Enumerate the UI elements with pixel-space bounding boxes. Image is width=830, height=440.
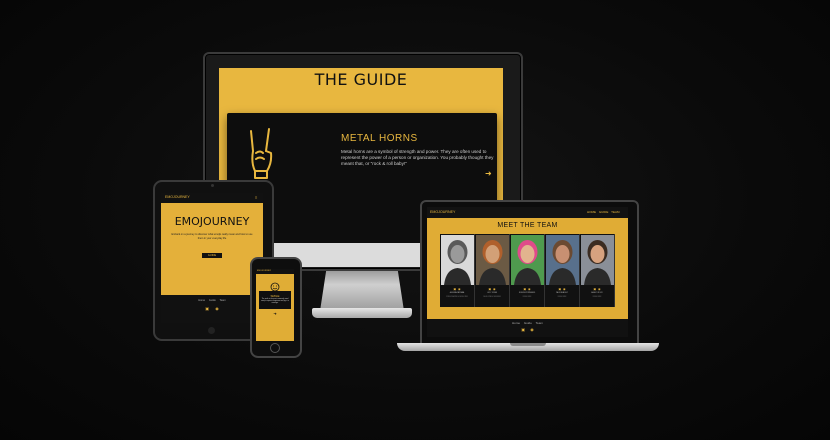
hero-title: EMOJOURNEY <box>174 215 250 228</box>
hero-subtitle: Embark on a journey to discover what emo… <box>171 233 253 240</box>
arrow-right-icon[interactable]: ➜ <box>485 169 492 178</box>
tablet-home-button <box>208 327 215 334</box>
member-role: SCRUM MASTER & DEVELOPER <box>446 297 468 298</box>
member-photo <box>546 235 579 285</box>
member-social-icons[interactable]: ▣ ◉ <box>510 287 544 291</box>
member-role: DEVELOPER <box>522 297 532 298</box>
member-photo <box>511 235 544 285</box>
background: THE GUIDE METAL HORNS Metal horns are a … <box>0 0 830 440</box>
laptop-screen: EMOJOURNEY HOME GUIDE TEAM MEET THE TEAM… <box>427 207 628 337</box>
team-member-card[interactable]: ▣ ◉ LUCY JONES DEVELOPER & DESIGNER <box>475 234 510 307</box>
member-photo <box>441 235 474 285</box>
tablet-navbar: EMOJOURNEY ≡ <box>161 193 263 203</box>
team-grid: ▣ ◉ ALESSIA PARTAMA SCRUM MASTER & DEVEL… <box>440 234 615 307</box>
smiley-icon <box>270 279 280 292</box>
tablet-camera <box>211 184 214 187</box>
laptop-notch <box>510 343 546 346</box>
menu-icon[interactable]: ≡ <box>255 195 257 200</box>
brand-logo[interactable]: EMOJOURNEY <box>165 195 190 199</box>
member-photo <box>476 235 509 285</box>
team-member-card[interactable]: ▣ ◉ ALESSIA PARTAMA SCRUM MASTER & DEVEL… <box>440 234 475 307</box>
tablet-screen: EMOJOURNEY ≡ EMOJOURNEY Embark on a jour… <box>161 193 263 323</box>
member-social-icons[interactable]: ▣ ◉ <box>545 287 579 291</box>
social-icons[interactable]: ▣ ◉ <box>161 306 263 311</box>
phone-navbar: EMOJOURNEY <box>256 269 294 274</box>
member-role: DEVELOPER <box>592 297 602 298</box>
team-member-card[interactable]: ▣ ◉ ASHLEY ROCK DEVELOPER <box>580 234 615 307</box>
card-heading: METAL HORNS <box>341 133 418 144</box>
emoji-card[interactable]: SMILE The smile is the most commonly use… <box>259 291 291 309</box>
card-description: Metal horns are a symbol of strength and… <box>341 149 494 166</box>
footer-links[interactable]: Home Guide Team <box>427 321 628 325</box>
team-member-card[interactable]: ▣ ◉ PAUL BRADLEY DEVELOPER <box>545 234 580 307</box>
laptop-footer: Home Guide Team ▣ ◉ <box>427 319 628 337</box>
team-member-card[interactable]: ▣ ◉ JESSICA TOWNSEND DEVELOPER <box>510 234 545 307</box>
footer-links[interactable]: Home Guide Team <box>161 299 263 302</box>
page-title: THE GUIDE <box>314 70 408 89</box>
tablet-footer: Home Guide Team ▣ ◉ <box>161 295 263 323</box>
member-social-icons[interactable]: ▣ ◉ <box>440 287 474 291</box>
member-role: DEVELOPER <box>557 297 567 298</box>
member-role: DEVELOPER & DESIGNER <box>483 297 501 298</box>
guide-button[interactable]: GUIDE <box>202 253 222 258</box>
member-social-icons[interactable]: ▣ ◉ <box>580 287 614 291</box>
member-social-icons[interactable]: ▣ ◉ <box>475 287 509 291</box>
member-photo <box>581 235 614 285</box>
member-name: ALESSIA PARTAMA <box>449 293 465 294</box>
team-section: MEET THE TEAM ▣ ◉ ALESSIA PARTAMA SCRUM … <box>427 218 628 319</box>
social-icons[interactable]: ▣ ◉ <box>427 327 628 332</box>
member-name: PAUL BRADLEY <box>556 293 568 294</box>
metal-horns-icon <box>241 123 281 183</box>
desktop-stand-neck <box>320 267 404 311</box>
member-name: ASHLEY ROCK <box>591 293 603 294</box>
phone-home-button <box>270 343 280 353</box>
section-title: MEET THE TEAM <box>497 222 558 229</box>
brand-logo[interactable]: EMOJOURNEY <box>430 210 455 214</box>
member-name: LUCY JONES <box>487 293 497 294</box>
member-name: JESSICA TOWNSEND <box>518 293 536 294</box>
arrow-right-icon[interactable]: ➜ <box>256 311 294 316</box>
brand-logo[interactable]: EMOJOURNEY <box>257 270 271 272</box>
phone-screen: EMOJOURNEY SMILE The smile is the most c… <box>256 269 294 341</box>
desktop-stand-base <box>312 308 412 318</box>
card-heading: SMILE <box>270 294 280 298</box>
nav-links[interactable]: HOME GUIDE TEAM <box>587 210 619 214</box>
card-description: The smile is the most commonly used emoj… <box>261 299 289 305</box>
